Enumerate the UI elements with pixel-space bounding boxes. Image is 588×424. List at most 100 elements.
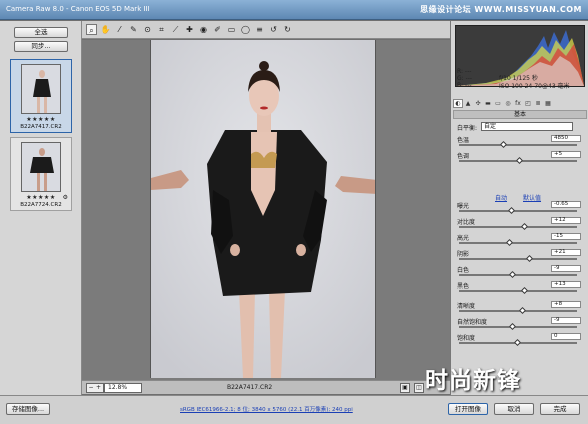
slider-value-input[interactable]: +21: [551, 249, 581, 256]
slider-track[interactable]: [459, 242, 577, 244]
thumbnail-image: [21, 142, 61, 192]
tab-camera-icon[interactable]: ◰: [523, 100, 533, 107]
slider-knob[interactable]: [516, 156, 524, 165]
slider-knob[interactable]: [509, 270, 517, 279]
slider-label: 白色: [457, 267, 470, 274]
select-all-button[interactable]: 全选: [14, 27, 68, 38]
tab-split-icon[interactable]: ▭: [493, 100, 503, 107]
hand-icon[interactable]: ✋: [100, 24, 111, 35]
straighten-icon[interactable]: ⟋: [170, 24, 181, 35]
tab-basic-icon[interactable]: ◐: [453, 99, 463, 108]
slider-label: 色温: [457, 137, 470, 144]
slider-track[interactable]: [459, 290, 577, 292]
target-adjust-icon[interactable]: ⊙: [142, 24, 153, 35]
radial-filter-icon[interactable]: ◯: [240, 24, 251, 35]
slider-knob[interactable]: [521, 222, 529, 231]
preview-image: [150, 40, 376, 378]
slider-track[interactable]: [459, 274, 577, 276]
save-image-button[interactable]: 存储图像...: [6, 403, 50, 415]
slider-knob[interactable]: [525, 254, 533, 263]
slider-knob[interactable]: [518, 306, 526, 315]
white-balance-label: 白平衡:: [457, 125, 478, 132]
adjust-brush-icon[interactable]: ✐: [212, 24, 223, 35]
zoom-icon[interactable]: ⌕: [86, 24, 97, 35]
slider-value-input[interactable]: +8: [551, 301, 581, 308]
iso-lens: ISO 100 24-70@43 毫米: [499, 83, 570, 90]
slider-value-input[interactable]: 4850: [551, 135, 581, 142]
filmstrip: 全选 同步... ★★★★★ B22A7417.CR2 ★★★★★ B22A77…: [0, 21, 82, 424]
red-eye-icon[interactable]: ◉: [198, 24, 209, 35]
tab-curve-icon[interactable]: ▲: [463, 100, 473, 107]
slider-label: 自然饱和度: [457, 319, 488, 326]
tab-hsl-icon[interactable]: ▬: [483, 100, 493, 107]
slider-knob[interactable]: [509, 322, 517, 331]
slider-label: 曝光: [457, 203, 470, 210]
thumbnail-filename: B22A7417.CR2: [20, 124, 62, 130]
slider-label: 色调: [457, 153, 470, 160]
zoom-level-select[interactable]: 12.8%: [104, 383, 142, 393]
tab-presets-icon[interactable]: ≣: [533, 100, 543, 107]
slider-label: 高光: [457, 235, 470, 242]
rating-stars[interactable]: ★★★★★: [11, 116, 71, 123]
thumbnail-1[interactable]: ★★★★★ B22A7417.CR2: [10, 59, 72, 133]
cancel-button[interactable]: 取消: [494, 403, 534, 415]
status-bar: − + 12.8% B22A7417.CR2 ▣ ◫: [82, 380, 450, 394]
settings-badge-icon: ⚙: [62, 194, 68, 201]
thumbnail-2[interactable]: ★★★★★ B22A7724.CR2 ⚙: [10, 137, 72, 211]
slider-row: 高光 -15: [455, 233, 585, 247]
white-balance-icon[interactable]: ⁄: [114, 24, 125, 35]
slider-track[interactable]: [459, 210, 577, 212]
slider-track[interactable]: [459, 144, 577, 146]
color-sampler-icon[interactable]: ✎: [128, 24, 139, 35]
auto-link[interactable]: 自动: [495, 193, 507, 202]
image-canvas[interactable]: [82, 40, 450, 380]
zoom-in-button[interactable]: +: [94, 383, 104, 393]
slider-track[interactable]: [459, 226, 577, 228]
before-after-button[interactable]: ◫: [414, 383, 424, 393]
white-balance-select[interactable]: 自定: [481, 122, 573, 131]
slider-knob[interactable]: [513, 338, 522, 347]
slider-knob[interactable]: [508, 206, 516, 215]
slider-track[interactable]: [459, 258, 577, 260]
slider-row: 色调 +5: [455, 151, 585, 165]
rgb-readout: R: --- G: --- B: ---: [457, 68, 472, 89]
slider-row: 阴影 +21: [455, 249, 585, 263]
slider-track[interactable]: [459, 326, 577, 328]
rotate-right-icon[interactable]: ↻: [282, 24, 293, 35]
slider-value-input[interactable]: -15: [551, 233, 581, 240]
watermark-bottom: 时尚新锋: [425, 367, 521, 394]
sync-button[interactable]: 同步...: [14, 41, 68, 52]
slider-row: 色温 4850: [455, 135, 585, 149]
preferences-icon[interactable]: ≡: [254, 24, 265, 35]
default-link[interactable]: 默认值: [523, 193, 541, 202]
spot-removal-icon[interactable]: ✚: [184, 24, 195, 35]
footer-bar: 存储图像... sRGB IEC61966-2.1; 8 位; 3840 x 5…: [0, 395, 588, 424]
done-button[interactable]: 完成: [540, 403, 580, 415]
graduated-filter-icon[interactable]: ▭: [226, 24, 237, 35]
slider-label: 对比度: [457, 219, 476, 226]
slider-value-input[interactable]: +5: [551, 151, 581, 158]
rotate-left-icon[interactable]: ↺: [268, 24, 279, 35]
slider-value-input[interactable]: +12: [551, 217, 581, 224]
slider-value-input[interactable]: -0.65: [551, 201, 581, 208]
slider-value-input[interactable]: -9: [551, 265, 581, 272]
slider-value-input[interactable]: +13: [551, 281, 581, 288]
aperture-shutter: f/10 1/125 秒: [499, 75, 538, 82]
tab-effects-icon[interactable]: fx: [513, 100, 523, 107]
slider-value-input[interactable]: -9: [551, 317, 581, 324]
tab-lens-icon[interactable]: ◎: [503, 100, 513, 107]
slider-value-input[interactable]: 0: [551, 333, 581, 340]
tab-detail-icon[interactable]: ✣: [473, 100, 483, 107]
slider-row: 黑色 +13: [455, 281, 585, 295]
slider-knob[interactable]: [521, 286, 529, 295]
workflow-options-link[interactable]: sRGB IEC61966-2.1; 8 位; 3840 x 5760 (22.…: [180, 405, 353, 413]
title-bar: Camera Raw 8.0 - Canon EOS 5D Mark III 思…: [0, 0, 588, 20]
slider-knob[interactable]: [505, 238, 513, 247]
open-image-button[interactable]: 打开图像: [448, 403, 488, 415]
crop-icon[interactable]: ⌗: [156, 24, 167, 35]
single-view-button[interactable]: ▣: [400, 383, 410, 393]
slider-row: 白色 -9: [455, 265, 585, 279]
current-filename: B22A7417.CR2: [227, 384, 273, 391]
tab-snapshots-icon[interactable]: ▦: [543, 100, 553, 107]
slider-knob[interactable]: [499, 140, 507, 149]
